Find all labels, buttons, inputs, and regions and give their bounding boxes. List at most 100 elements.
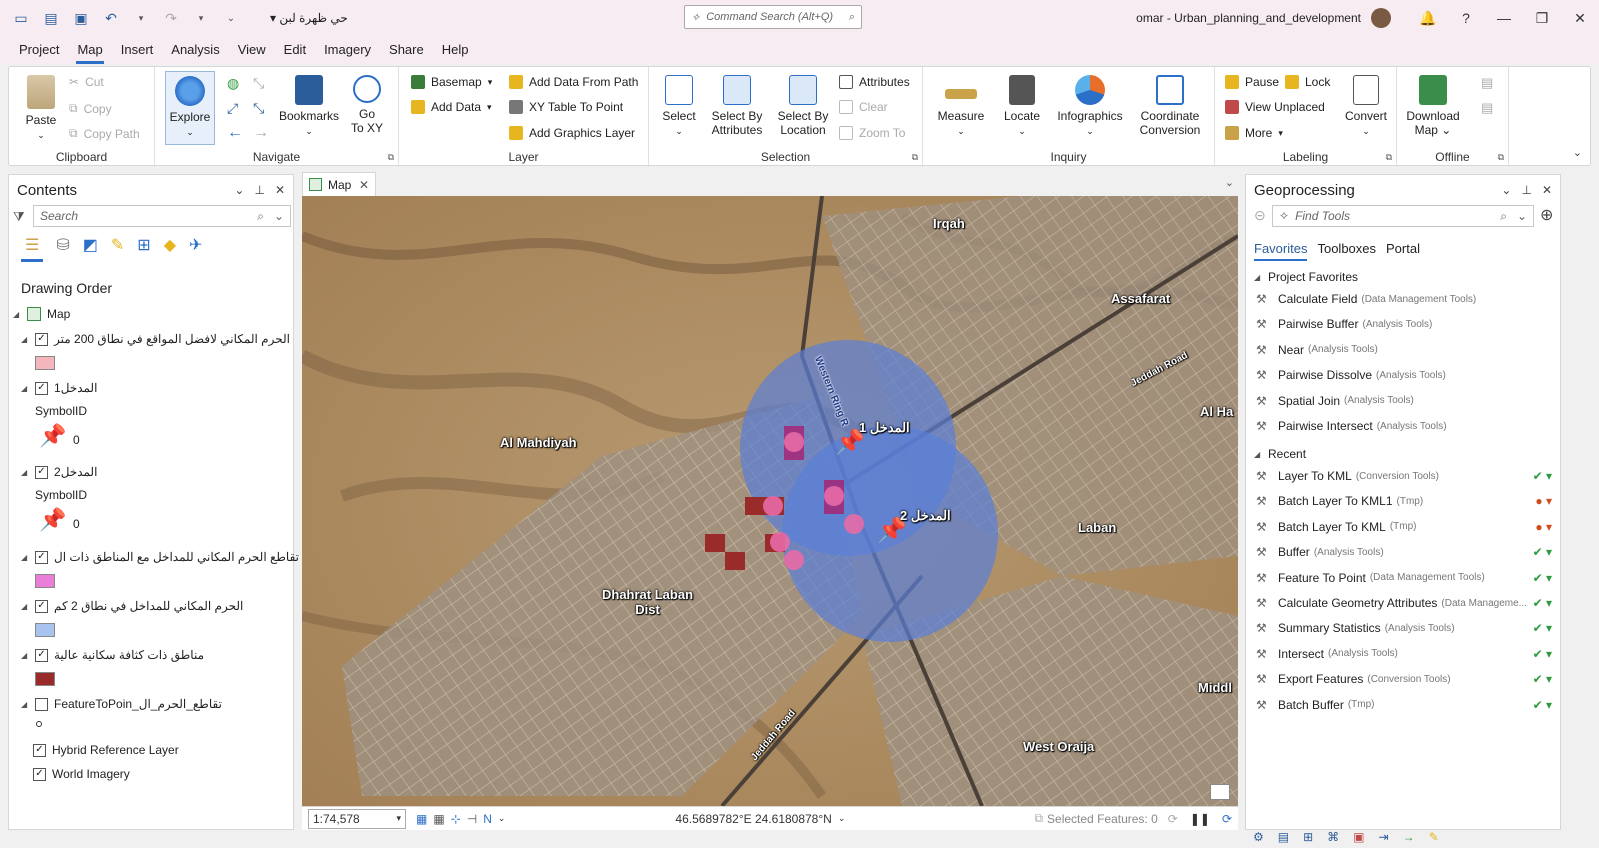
undo-icon[interactable]: ↶ — [102, 9, 120, 27]
success-status-icon[interactable]: ✔ ▾ — [1533, 545, 1552, 559]
table-icon[interactable]: ▤ — [1278, 830, 1289, 848]
tool-list-item[interactable]: ⚒ Spatial Join (Analysis Tools) — [1256, 394, 1546, 408]
north-arrow-icon[interactable]: N — [483, 812, 492, 826]
back-icon[interactable]: ⊝ — [1254, 207, 1266, 224]
tool-list-item[interactable]: ⚒ Summary Statistics (Analysis Tools) ✔ ▾ — [1256, 621, 1552, 635]
more-labeling-button[interactable]: More ▾ — [1225, 126, 1283, 140]
success-status-icon[interactable]: ✔ ▾ — [1533, 698, 1552, 712]
tool-list-item[interactable]: ⚒ Intersect (Analysis Tools) ✔ ▾ — [1256, 647, 1552, 661]
redo-icon[interactable]: ↷ — [162, 9, 180, 27]
tool-list-item[interactable]: ⚒ Layer To KML (Conversion Tools) ✔ ▾ — [1256, 469, 1552, 483]
tab-imagery[interactable]: Imagery — [315, 42, 380, 64]
symbol-swatch[interactable] — [35, 574, 55, 588]
fixed-zoom-in-icon[interactable]: ⤡ — [253, 75, 264, 92]
toc-layer-row[interactable]: ◢ ✓ مناطق ذات كثافة سكانية عالية — [21, 648, 204, 662]
selection-view-icon[interactable]: ◩ — [83, 235, 98, 262]
editing-view-icon[interactable]: ✎ — [111, 235, 124, 262]
previous-extent-icon[interactable]: ← — [227, 124, 243, 142]
status-dropdown-icon[interactable]: ⌄ — [498, 813, 506, 824]
tool-list-item[interactable]: ⚒ Batch Layer To KML1 (Tmp) ● ▾ — [1256, 494, 1552, 508]
collapse-icon[interactable]: ◢ — [21, 553, 31, 562]
copy-button[interactable]: ⧉ Copy — [69, 101, 112, 116]
close-pane-icon[interactable]: ✕ — [1542, 183, 1552, 197]
python-icon[interactable]: ⌘ — [1327, 830, 1339, 848]
snapping-icon[interactable]: ⊹ — [451, 812, 461, 826]
tab-portal[interactable]: Portal — [1386, 241, 1420, 261]
convert-labels-button[interactable]: Convert ⌄ — [1341, 75, 1391, 138]
symbol-swatch[interactable] — [35, 623, 55, 637]
avatar[interactable] — [1371, 8, 1391, 28]
tool-list-item[interactable]: ⚒ Buffer (Analysis Tools) ✔ ▾ — [1256, 545, 1552, 559]
pushpin-icon[interactable]: 📌 — [39, 423, 66, 449]
tool-list-item[interactable]: ⚒ Calculate Field (Data Management Tools) — [1256, 292, 1546, 306]
warning-status-icon[interactable]: ● ▾ — [1535, 494, 1552, 508]
project-name-dropdown[interactable]: حي ظهرة لبن ▾ — [270, 11, 348, 25]
collapse-icon[interactable]: ◢ — [13, 310, 23, 319]
zoom-extent-icon[interactable]: ⤡ — [253, 100, 264, 117]
zoom-to-button[interactable]: Zoom To — [839, 126, 905, 140]
tool-list-item[interactable]: ⚒ Batch Buffer (Tmp) ✔ ▾ — [1256, 698, 1552, 712]
collapse-icon[interactable]: ◢ — [21, 384, 31, 393]
coordinates-dropdown-icon[interactable]: ⌄ — [838, 813, 846, 824]
collapse-icon[interactable]: ◢ — [21, 602, 31, 611]
export-icon[interactable]: ⇥ — [1379, 830, 1389, 848]
coordinate-conversion-button[interactable]: Coordinate Conversion — [1135, 75, 1205, 137]
toc-layer-row[interactable]: ◢ ✓ تقاطع الحرم المكاني للمداخل مع المناطق… — [21, 550, 299, 564]
tool-list-item[interactable]: ⚒ Calculate Geometry Attributes (Data Mana… — [1256, 596, 1552, 610]
success-status-icon[interactable]: ✔ ▾ — [1533, 621, 1552, 635]
toc-layer-row[interactable]: ◢ ✓ المدخل1 — [21, 381, 97, 395]
tab-map[interactable]: Map — [68, 42, 111, 64]
toc-layer-row[interactable]: ◢ ✓ المدخل2 — [21, 465, 97, 479]
find-tools-input[interactable]: ✧ Find Tools ⌕ ⌄ — [1272, 205, 1534, 227]
remove-offline-icon[interactable]: ▤ — [1481, 100, 1493, 116]
tab-share[interactable]: Share — [380, 42, 433, 64]
best-site-buffer[interactable] — [784, 432, 804, 452]
layer-visibility-checkbox[interactable]: ✓ — [33, 743, 46, 757]
layer-visibility-checkbox[interactable]: ✓ — [33, 767, 46, 781]
tabs-dropdown-icon[interactable]: ⌄ — [1225, 176, 1234, 189]
best-site-buffer[interactable] — [824, 486, 844, 506]
navigate-options-icon[interactable]: ⧉ — [388, 152, 394, 163]
pane-menu-icon[interactable]: ⌄ — [234, 183, 244, 197]
perspective-imagery-icon[interactable]: ✈ — [189, 235, 202, 262]
collapse-icon[interactable]: ◢ — [1254, 273, 1264, 282]
close-pane-icon[interactable]: ✕ — [275, 183, 285, 197]
bookmarks-button[interactable]: Bookmarks ⌄ — [277, 75, 341, 138]
lock-labels-button[interactable]: Lock — [1285, 75, 1330, 89]
basemap-button[interactable]: Basemap ▾ — [411, 75, 492, 89]
collapse-icon[interactable]: ◢ — [21, 700, 31, 709]
tool-list-item[interactable]: ⚒ Feature To Point (Data Management Tools)… — [1256, 571, 1552, 585]
success-status-icon[interactable]: ✔ ▾ — [1533, 672, 1552, 686]
help-icon[interactable]: ? — [1447, 10, 1485, 26]
scale-selector[interactable]: 1:74,578 ▾ — [308, 808, 406, 829]
locate-button[interactable]: Locate ⌄ — [997, 75, 1047, 138]
select-by-location-button[interactable]: Select By Location — [773, 75, 833, 137]
labeling-view-icon[interactable]: ◆ — [164, 235, 176, 262]
success-status-icon[interactable]: ✔ ▾ — [1533, 647, 1552, 661]
pushpin-icon[interactable]: 📌 — [39, 507, 66, 533]
project-favorites-header[interactable]: ◢ Project Favorites — [1254, 270, 1358, 284]
drawing-order-icon[interactable]: ☰ — [21, 235, 44, 262]
view-unplaced-button[interactable]: View Unplaced — [1225, 100, 1325, 114]
paste-button[interactable]: Paste ⌄ — [19, 75, 63, 142]
tool-list-item[interactable]: ⚒ Pairwise Buffer (Analysis Tools) — [1256, 317, 1546, 331]
tab-toolboxes[interactable]: Toolboxes — [1317, 241, 1376, 261]
toc-layer-row[interactable]: ◢ ✓ الحرم المكاني للمداخل في نطاق 2 كم — [21, 599, 243, 613]
fixed-zoom-out-icon[interactable]: ⤢ — [227, 100, 238, 117]
layer-visibility-checkbox[interactable]: ✓ — [35, 381, 48, 395]
tool-list-item[interactable]: ⚒ Pairwise Dissolve (Analysis Tools) — [1256, 368, 1546, 382]
layer-visibility-checkbox[interactable]: ✓ — [35, 465, 48, 479]
open-project-icon[interactable]: ▤ — [42, 9, 60, 27]
density-polygon[interactable] — [705, 534, 725, 552]
refresh-map-icon[interactable]: ⟳ — [1222, 812, 1232, 826]
explore-button[interactable]: Explore ⌄ — [165, 71, 215, 145]
command-search-box[interactable]: ✧ Command Search (Alt+Q) ⌕ — [684, 5, 862, 29]
tab-edit[interactable]: Edit — [275, 42, 315, 64]
snapping-view-icon[interactable]: ⊞ — [137, 235, 150, 262]
tab-help[interactable]: Help — [433, 42, 478, 64]
grid-icon[interactable]: ▦ — [416, 812, 427, 826]
layer-visibility-checkbox[interactable]: ✓ — [35, 332, 48, 346]
notification-icon[interactable]: 🔔 — [1409, 10, 1447, 27]
best-site-buffer[interactable] — [784, 550, 804, 570]
download-map-button[interactable]: Download Map ⌄ — [1403, 75, 1463, 137]
